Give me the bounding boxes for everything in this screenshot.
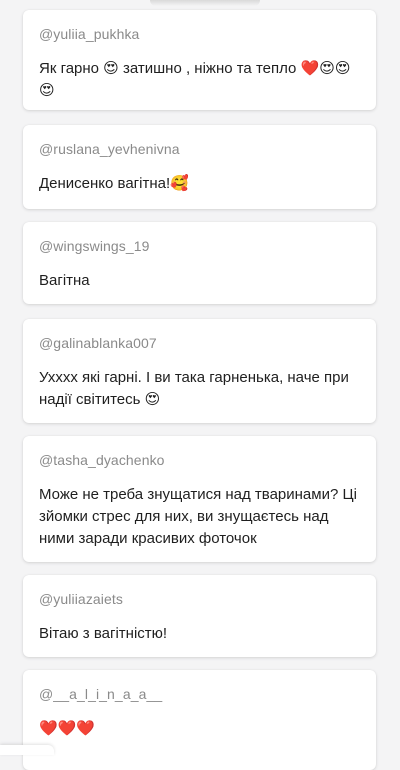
comment-card[interactable]: @tasha_dyachenko Може не треба знущатися… [23, 436, 376, 562]
comment-text: Може не треба знущатися над тваринами? Ц… [39, 486, 357, 547]
comment-username[interactable]: @wingswings_19 [39, 238, 150, 254]
comment-username[interactable]: @galinablanka007 [39, 335, 157, 351]
bottom-panel-edge[interactable] [0, 745, 54, 755]
comment-username[interactable]: @yuliiazaiets [39, 591, 123, 607]
comment-username[interactable]: @tasha_dyachenko [39, 452, 165, 468]
comment-card[interactable]: @__a_l_i_n_a_a__ ❤️❤️❤️ [23, 670, 376, 770]
comment-username[interactable]: @yuliia_pukhka [39, 26, 139, 42]
comment-text: ❤️❤️❤️ [39, 720, 96, 737]
comment-text: Вітаю з вагітністю! [39, 625, 168, 642]
comment-card[interactable]: @wingswings_19 Вагітна [23, 222, 376, 304]
comment-card[interactable]: @ruslana_yevhenivna Денисенко вагітна!🥰 [23, 125, 376, 209]
comment-text: Вагітна [39, 272, 90, 289]
comment-text: Денисенко вагітна!🥰 [39, 175, 189, 192]
scroll-shadow [150, 0, 260, 6]
comment-card[interactable]: @yuliia_pukhka Як гарно 😍 затишно , ніжн… [23, 10, 376, 110]
comment-card[interactable]: @yuliiazaiets Вітаю з вагітністю! [23, 575, 376, 657]
comment-username[interactable]: @ruslana_yevhenivna [39, 141, 180, 157]
comment-text: Ухххх які гарні. І ви така гарненька, на… [39, 369, 349, 408]
comment-card[interactable]: @galinablanka007 Ухххх які гарні. І ви т… [23, 319, 376, 423]
comments-feed[interactable]: @yuliia_pukhka Як гарно 😍 затишно , ніжн… [0, 0, 400, 770]
comment-text: Як гарно 😍 затишно , ніжно та тепло ❤️😍😍… [39, 60, 351, 99]
comment-username[interactable]: @__a_l_i_n_a_a__ [39, 686, 162, 702]
